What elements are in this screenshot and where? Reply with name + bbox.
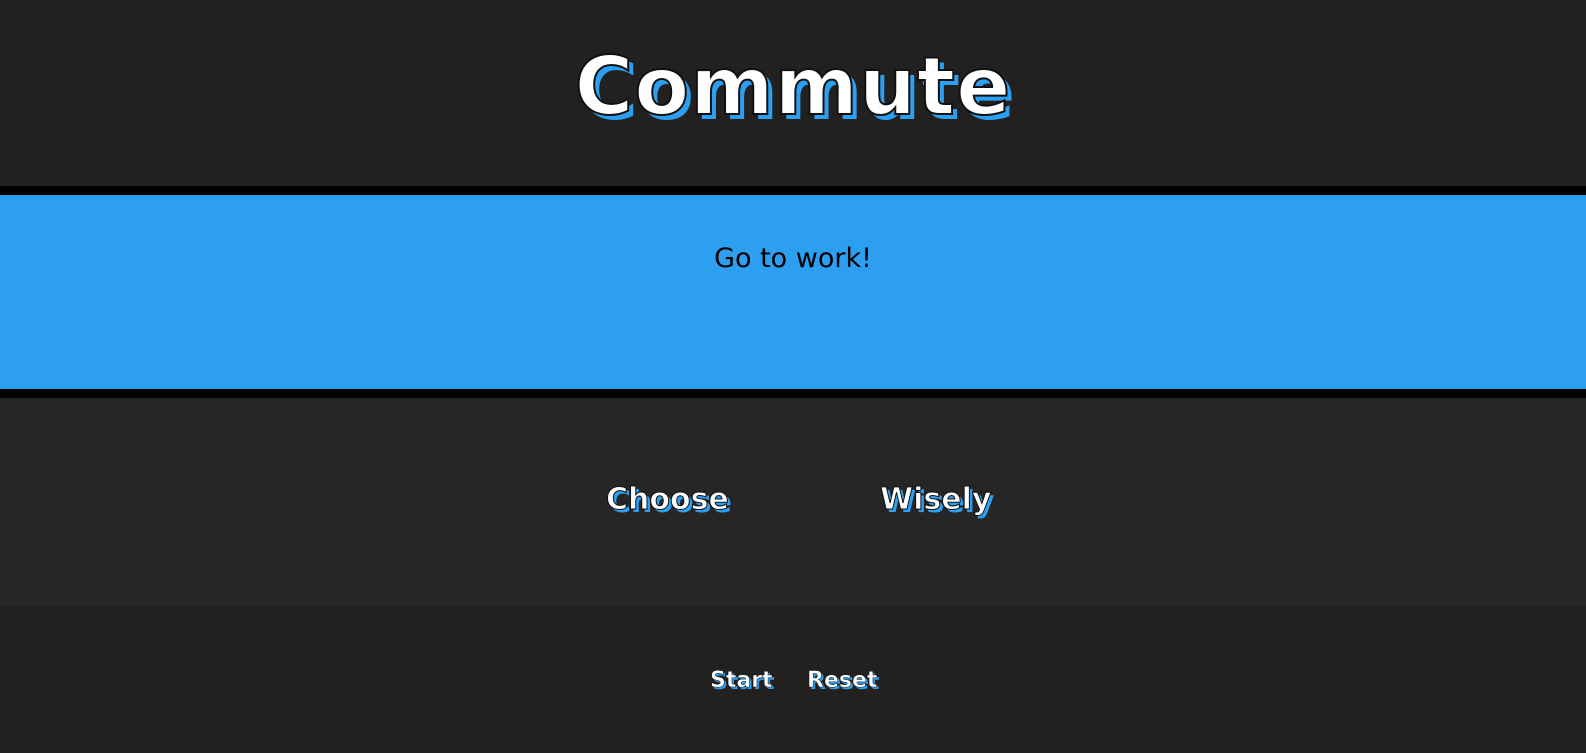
start-button[interactable]: Start xyxy=(710,668,773,694)
choice-left-button[interactable]: Choose xyxy=(606,482,730,518)
top-divider xyxy=(0,186,1586,195)
game-header: Commute xyxy=(0,0,1586,186)
message-panel: Go to work! xyxy=(0,195,1586,389)
bottom-divider xyxy=(0,389,1586,398)
choice-right-button[interactable]: Wisely xyxy=(879,482,991,518)
choice-panel: Choose Wisely xyxy=(0,398,1586,606)
game-page: Commute Go to work! Choose Wisely Start … xyxy=(0,0,1586,753)
controls-bar: Start Reset xyxy=(0,606,1586,753)
reset-button[interactable]: Reset xyxy=(807,668,878,694)
game-title: Commute xyxy=(574,39,1012,134)
status-message: Go to work! xyxy=(714,243,872,274)
